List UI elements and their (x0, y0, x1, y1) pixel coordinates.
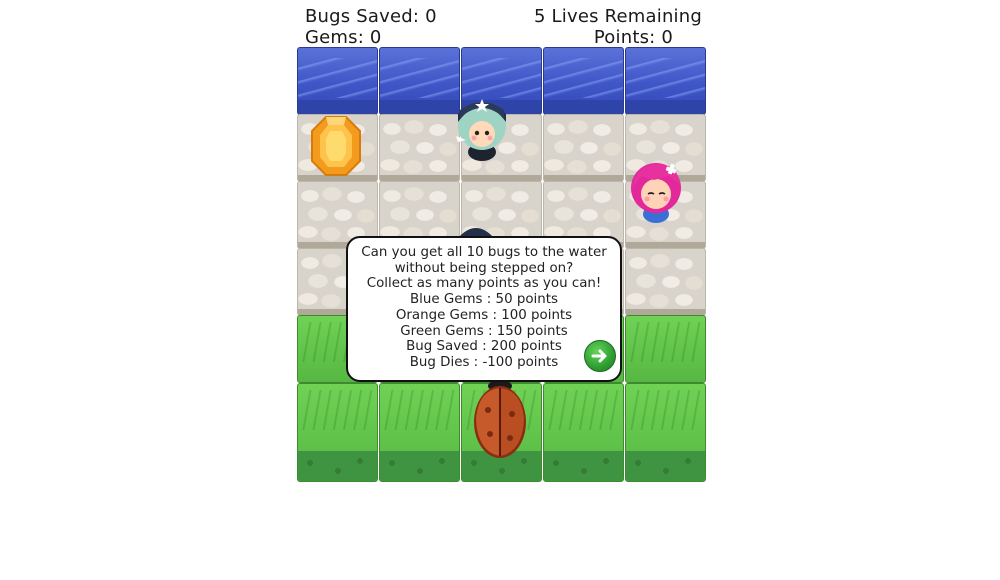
instruction-line: Blue Gems : 50 points (410, 292, 558, 308)
instructions-dialog: Can you get all 10 bugs to the water wit… (346, 236, 622, 382)
water-tile (297, 47, 378, 115)
stone-tile (379, 114, 460, 182)
instruction-line: Green Gems : 150 points (400, 323, 568, 339)
water-tile (379, 47, 460, 115)
instruction-line: Orange Gems : 100 points (395, 307, 573, 323)
lives-counter: 5 Lives Remaining (533, 6, 702, 27)
instruction-line: Bug Dies : -100 points (409, 354, 559, 370)
stone-tile (543, 114, 624, 182)
next-button[interactable] (584, 340, 616, 372)
grass-tile (625, 315, 706, 383)
grass-tile (379, 383, 460, 482)
instruction-line: Collect as many points as you can! (366, 276, 602, 292)
bugs-saved-counter: Bugs Saved: 0 (305, 6, 437, 27)
water-tile (625, 47, 706, 115)
stone-tile (625, 248, 706, 316)
grass-tile (625, 383, 706, 482)
grass-tile (543, 383, 624, 482)
instructions-text: Can you get all 10 bugs to the water wit… (348, 245, 620, 371)
water-tile (543, 47, 624, 115)
enemy-pink-hair-icon (631, 163, 681, 223)
instruction-line: Bug Saved : 200 points (406, 339, 562, 355)
orange-gem-icon (311, 116, 361, 176)
gems-counter: Gems: 0 (305, 27, 382, 48)
bug-icon (474, 380, 526, 458)
enemy-blue-cap-icon (456, 99, 506, 161)
arrow-right-icon (591, 349, 607, 363)
instruction-line: without being stepped on? (394, 260, 574, 276)
grass-tile (297, 383, 378, 482)
points-counter: Points: 0 (593, 27, 673, 48)
instruction-line: Can you get all 10 bugs to the water (361, 245, 607, 260)
